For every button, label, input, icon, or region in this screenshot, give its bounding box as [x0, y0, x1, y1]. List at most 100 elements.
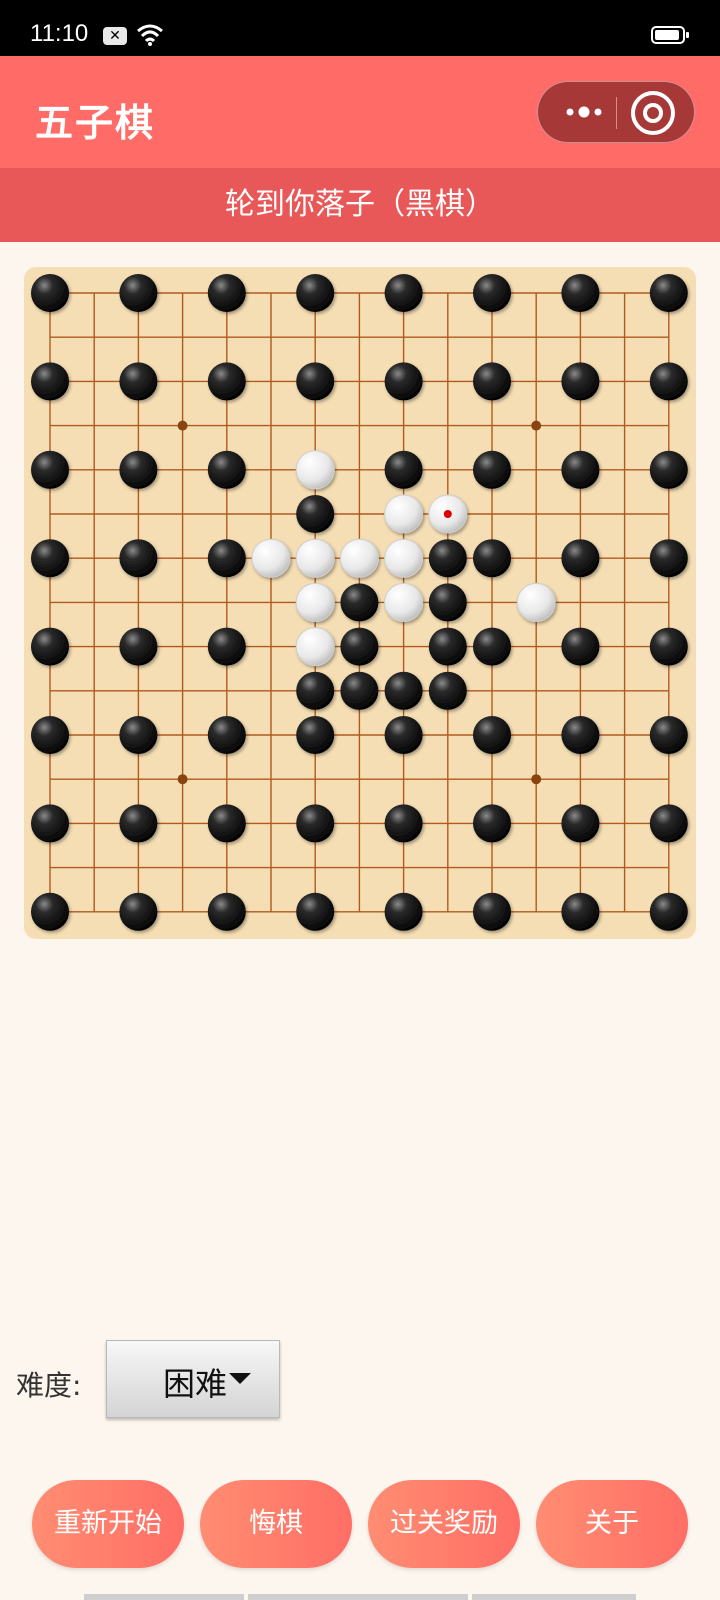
- black-stone: [561, 539, 600, 578]
- black-stone: [340, 583, 379, 622]
- black-stone: [428, 539, 467, 578]
- app-title: 五子棋: [35, 101, 156, 145]
- black-stone: [31, 627, 69, 666]
- black-stone: [384, 892, 423, 931]
- white-stone: [295, 450, 335, 490]
- black-stone: [119, 274, 158, 312]
- black-stone: [384, 671, 423, 710]
- black-stone: [384, 274, 423, 312]
- black-stone: [119, 716, 158, 754]
- wifi-icon: [137, 24, 163, 46]
- black-stone: [207, 450, 246, 489]
- black-stone: [473, 627, 511, 666]
- black-stone: [296, 716, 335, 754]
- turn-banner: 轮到你落子（黑棋）: [0, 168, 720, 242]
- black-stone: [561, 627, 600, 666]
- black-stone: [649, 716, 688, 754]
- title-bar: 五子棋: [0, 56, 720, 168]
- black-stone: [473, 716, 511, 754]
- black-stone: [119, 362, 158, 401]
- difficulty-select[interactable]: 困难: [106, 1340, 280, 1418]
- black-stone: [649, 892, 688, 931]
- board-canvas[interactable]: [24, 267, 696, 939]
- black-stone: [296, 671, 335, 710]
- white-stone: [339, 538, 379, 578]
- status-time: 11:10: [30, 20, 89, 47]
- black-stone: [296, 362, 335, 401]
- black-stone: [31, 539, 69, 578]
- black-stone: [207, 362, 246, 401]
- black-stone: [384, 716, 423, 754]
- black-stone: [473, 362, 511, 401]
- mini-program-capsule: [537, 81, 695, 143]
- capsule-divider: [616, 97, 617, 129]
- white-stone: [384, 494, 424, 534]
- close-target-icon[interactable]: [630, 90, 676, 136]
- last-move-marker: [443, 510, 452, 518]
- black-stone: [207, 539, 246, 578]
- black-stone: [296, 892, 335, 931]
- black-stone: [649, 804, 688, 843]
- more-dots-icon[interactable]: [558, 96, 610, 128]
- white-stone: [295, 582, 335, 622]
- notification-x-icon: ✕: [103, 27, 127, 45]
- black-stone: [473, 539, 511, 578]
- black-stone: [384, 362, 423, 401]
- black-stone: [649, 362, 688, 401]
- star-point: [531, 774, 542, 785]
- black-stone: [428, 671, 467, 710]
- black-stone: [384, 804, 423, 843]
- black-stone: [428, 583, 467, 622]
- white-stone: [295, 538, 335, 578]
- black-stone: [119, 804, 158, 843]
- undo-button[interactable]: 悔棋: [200, 1480, 352, 1568]
- star-point: [177, 774, 188, 785]
- black-stone: [428, 627, 467, 666]
- black-stone: [296, 804, 335, 843]
- black-stone: [384, 450, 423, 489]
- star-point: [177, 420, 188, 431]
- white-stone: [384, 582, 424, 622]
- caret-down-icon: [229, 1373, 251, 1384]
- black-stone: [119, 892, 158, 931]
- bottom-indicator: [84, 1594, 636, 1600]
- black-stone: [119, 539, 158, 578]
- black-stone: [561, 892, 600, 931]
- black-stone: [31, 716, 69, 754]
- black-stone: [31, 274, 69, 312]
- restart-button[interactable]: 重新开始: [32, 1480, 184, 1568]
- black-stone: [340, 671, 379, 710]
- black-stone: [296, 274, 335, 312]
- black-stone: [207, 804, 246, 843]
- black-stone: [649, 539, 688, 578]
- black-stone: [340, 627, 379, 666]
- black-stone: [649, 274, 688, 312]
- black-stone: [31, 804, 69, 843]
- black-stone: [296, 495, 335, 533]
- black-stone: [561, 274, 600, 312]
- white-stone: [384, 538, 424, 578]
- black-stone: [207, 627, 246, 666]
- black-stone: [207, 892, 246, 931]
- white-stone: [295, 627, 335, 667]
- about-button[interactable]: 关于: [536, 1480, 688, 1568]
- black-stone: [649, 450, 688, 489]
- gomoku-board[interactable]: [24, 267, 696, 939]
- black-stone: [207, 274, 246, 312]
- black-stone: [473, 450, 511, 489]
- black-stone: [561, 362, 600, 401]
- reward-button[interactable]: 过关奖励: [368, 1480, 520, 1568]
- black-stone: [31, 362, 69, 401]
- black-stone: [31, 450, 69, 489]
- black-stone: [561, 716, 600, 754]
- white-stone: [516, 582, 556, 622]
- black-stone: [473, 892, 511, 931]
- black-stone: [31, 892, 69, 931]
- white-stone: [251, 538, 291, 578]
- difficulty-label: 难度:: [16, 1369, 82, 1402]
- black-stone: [207, 716, 246, 754]
- black-stone: [119, 627, 158, 666]
- black-stone: [473, 274, 511, 312]
- battery-icon: [651, 26, 689, 44]
- black-stone: [119, 450, 158, 489]
